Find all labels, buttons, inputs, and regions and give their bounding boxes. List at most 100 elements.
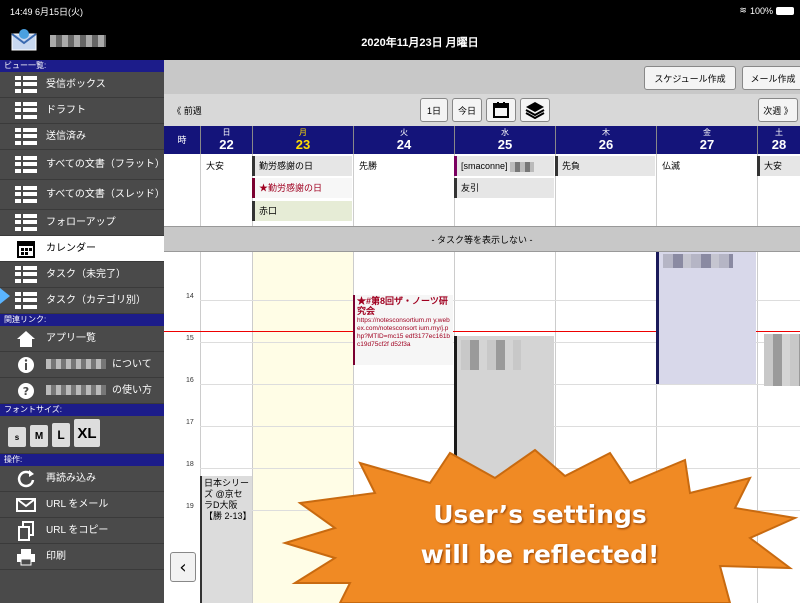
calendar-icon <box>493 102 509 118</box>
svg-text:?: ? <box>23 385 29 398</box>
layers-button[interactable] <box>520 98 550 122</box>
sidebar-item-inbox[interactable]: 受信ボックス <box>0 72 164 98</box>
sidebar-item-print[interactable]: 印刷 <box>0 544 164 570</box>
section-font-size: フォントサイズ: <box>0 404 164 416</box>
sidebar-item-sent[interactable]: 送信済み <box>0 124 164 150</box>
sidebar-item-calendar[interactable]: カレンダー <box>0 236 164 262</box>
all-day-area: 大安 勤労感謝の日 ★勤労感謝の日 赤口 先勝 [smaconne] 友引 先負… <box>164 154 800 226</box>
create-mail-button[interactable]: メール作成 <box>742 66 800 90</box>
home-icon <box>14 329 38 349</box>
current-view-marker <box>0 288 10 304</box>
event-title: ★#第8回ザ・ノーツ研究会 <box>357 296 448 316</box>
status-time: 14:49 6月15日(火) <box>10 7 84 17</box>
calendar-picker-button[interactable] <box>486 98 516 122</box>
sidebar-item-tasks-category[interactable]: タスク（カテゴリ別） <box>0 288 164 314</box>
info-icon <box>14 355 38 375</box>
list-icon <box>14 265 38 285</box>
battery-percent: 100% <box>749 5 773 16</box>
rokuyo-wed: 友引 <box>454 178 554 198</box>
mail-icon[interactable] <box>10 28 38 52</box>
event-title: 日本シリーズ @京セラD大阪【勝 2-13】 <box>204 478 252 521</box>
help-icon: ? <box>14 381 38 401</box>
event-url[interactable]: https://notesconsortium.m y.webex.com/no… <box>355 317 453 349</box>
allday-event-holiday-star[interactable]: ★勤労感謝の日 <box>252 178 352 198</box>
prev-week-button[interactable]: 《 前週 <box>170 98 204 122</box>
list-icon <box>14 185 38 205</box>
allday-col-fri <box>656 154 657 226</box>
sidebar-item-copy-url[interactable]: URL をコピー <box>0 518 164 544</box>
list-icon <box>14 155 38 175</box>
calendar-event-tue[interactable]: ★#第8回ザ・ノーツ研究会 https://notesconsortium.m … <box>353 295 453 365</box>
list-icon <box>14 291 38 311</box>
day-header-fri[interactable]: 金 27 <box>656 126 757 154</box>
hour-label: 18 <box>186 461 194 468</box>
battery-indicator: ≋ 100% <box>739 5 794 16</box>
create-schedule-button[interactable]: スケジュール作成 <box>644 66 736 90</box>
promo-line-1: User’s settings <box>433 500 647 529</box>
font-size-xl-button[interactable]: XL <box>74 419 100 447</box>
redacted-text <box>510 161 535 172</box>
day-header-mon[interactable]: 月 23 <box>252 126 353 154</box>
next-week-button[interactable]: 次週 》 <box>758 98 798 122</box>
navigation-toolbar: 《 前週 1日 今日 次週 》 <box>164 94 800 126</box>
sidebar-item-howto[interactable]: ? の使い方 <box>0 378 164 404</box>
allday-event-smaconne[interactable]: [smaconne] <box>454 156 554 176</box>
today-button[interactable]: 今日 <box>452 98 482 122</box>
day-view-button[interactable]: 1日 <box>420 98 448 122</box>
sidebar-item-all-thread[interactable]: すべての文書（スレッド） <box>0 180 165 210</box>
hour-label: 19 <box>186 503 194 510</box>
sidebar-item-drafts[interactable]: ドラフト <box>0 98 164 124</box>
no-task-banner[interactable]: - タスク等を表示しない - <box>164 226 800 252</box>
app-name-redacted <box>46 359 106 370</box>
section-operations: 操作: <box>0 454 164 466</box>
section-views: ビュー一覧: <box>0 60 164 72</box>
hour-label: 17 <box>186 419 194 426</box>
font-size-s-button[interactable]: s <box>8 427 26 447</box>
calendar-event-fri[interactable] <box>656 252 756 384</box>
font-size-m-button[interactable]: M <box>30 425 48 447</box>
rokuyo-sat: 大安 <box>757 156 800 176</box>
font-size-l-button[interactable]: L <box>52 423 70 447</box>
rokuyo-mon: 赤口 <box>252 201 352 221</box>
hour-label: 16 <box>186 377 194 384</box>
app-header: 2020年11月23日 月曜日 <box>0 20 800 60</box>
sidebar-item-about[interactable]: について <box>0 352 164 378</box>
day-header-sat[interactable]: 土 28 <box>757 126 800 154</box>
calendar-event-sat[interactable] <box>764 334 800 386</box>
sidebar-item-reload[interactable]: 再読み込み <box>0 466 164 492</box>
list-icon <box>14 213 38 233</box>
calendar-event-sun[interactable]: 日本シリーズ @京セラD大阪【勝 2-13】 <box>200 476 252 603</box>
hour-label: 14 <box>186 293 194 300</box>
rokuyo-sun: 大安 <box>206 161 225 171</box>
calendar-icon <box>14 239 38 259</box>
sidebar-item-followup[interactable]: フォローアップ <box>0 210 164 236</box>
list-icon <box>14 75 38 95</box>
section-links: 関連リンク: <box>0 314 164 326</box>
rokuyo-fri: 仏滅 <box>662 161 681 171</box>
action-toolbar: スケジュール作成 メール作成 <box>164 60 800 94</box>
rokuyo-tue: 先勝 <box>359 161 378 171</box>
day-header-thu[interactable]: 木 26 <box>555 126 656 154</box>
email-icon <box>14 495 38 515</box>
day-header-wed[interactable]: 水 25 <box>454 126 555 154</box>
list-icon <box>14 101 38 121</box>
sidebar-item-app-list[interactable]: アプリ一覧 <box>0 326 164 352</box>
redacted-text <box>461 340 521 370</box>
font-size-selector: s M L XL <box>0 416 164 454</box>
day-header-sun[interactable]: 日 22 <box>200 126 252 154</box>
promo-line-2: will be reflected! <box>420 540 660 569</box>
rokuyo-thu: 先負 <box>555 156 655 176</box>
back-button[interactable]: ‹ <box>170 552 196 582</box>
redacted-text <box>663 254 733 268</box>
sidebar-item-email-url[interactable]: URL をメール <box>0 492 164 518</box>
sidebar-item-tasks-open[interactable]: タスク（未完了） <box>0 262 164 288</box>
user-name-redacted <box>50 35 106 47</box>
reload-icon <box>14 469 38 489</box>
day-header-tue[interactable]: 火 24 <box>353 126 454 154</box>
time-column-header: 時 <box>177 135 187 145</box>
wifi-icon: ≋ <box>739 5 747 15</box>
hour-label: 15 <box>186 335 194 342</box>
promo-starburst: User’s settings will be reflected! <box>280 448 800 603</box>
sidebar-item-all-flat[interactable]: すべての文書（フラット） <box>0 150 165 180</box>
allday-event-holiday[interactable]: 勤労感謝の日 <box>252 156 352 176</box>
